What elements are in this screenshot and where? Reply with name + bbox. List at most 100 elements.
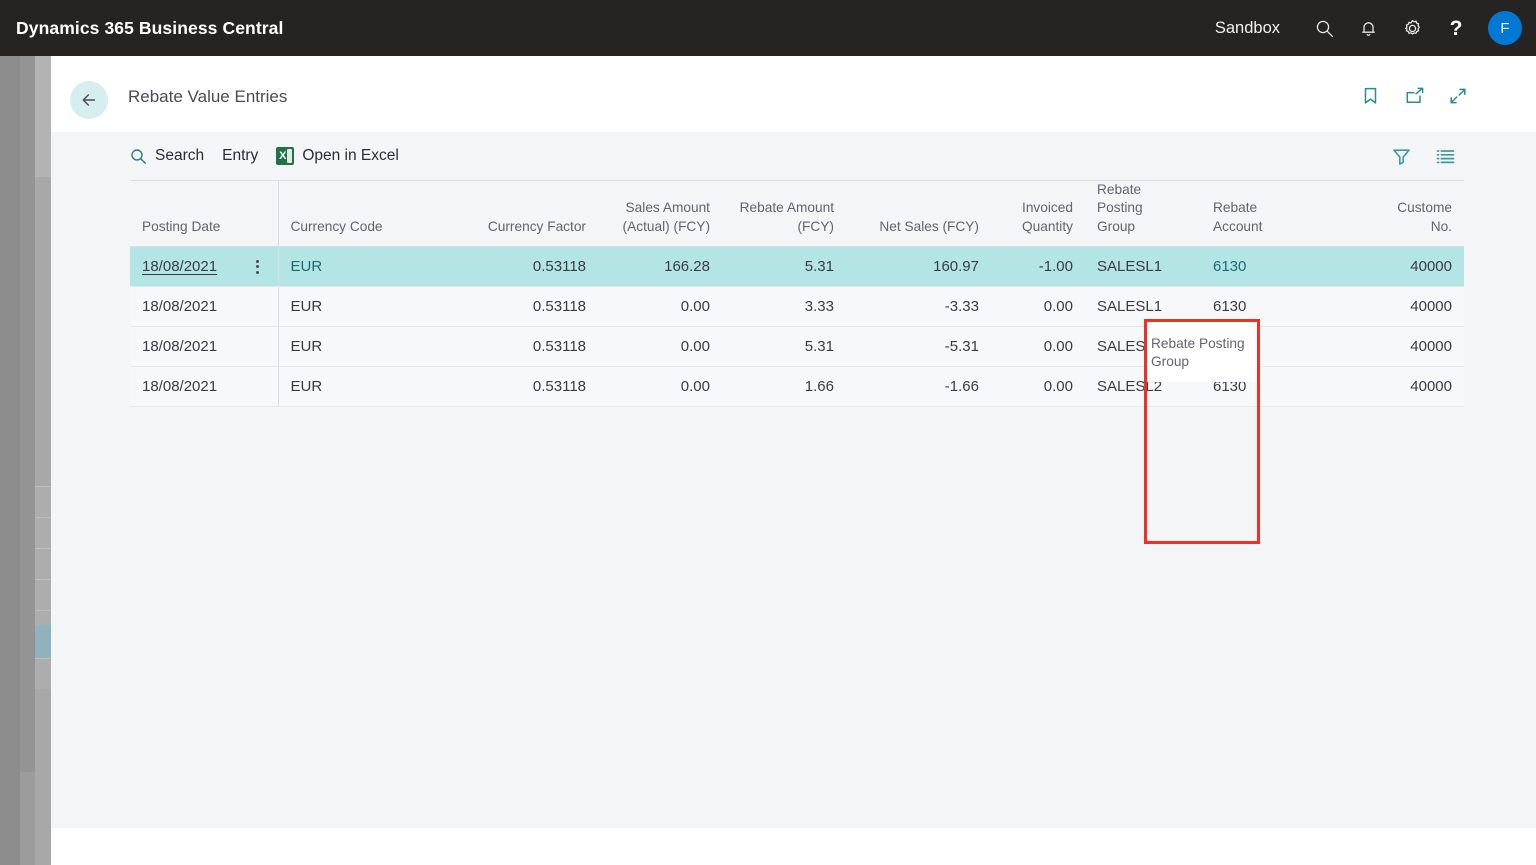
page-header-actions — [1358, 83, 1470, 109]
cell-sales-amount-actual-fcy[interactable]: 0.00 — [598, 366, 722, 408]
posting-date-cell: 18/08/2021 — [142, 338, 266, 355]
cell-rebate-account[interactable]: 6130 — [1201, 286, 1311, 328]
cell-rebate-posting-group[interactable]: SALESL1 — [1085, 246, 1201, 288]
cell-rebate-posting-group[interactable]: SALESL1 — [1085, 286, 1201, 328]
column-header[interactable]: Currency Code — [277, 179, 458, 248]
list-options-icon[interactable] — [1433, 144, 1457, 168]
cell-currency-code[interactable]: EUR — [277, 366, 458, 408]
overlay-list-item — [35, 658, 51, 689]
column-header-line: Quantity — [1022, 218, 1073, 234]
cell-customer-no[interactable]: 40000 — [1311, 326, 1464, 368]
cell-invoiced-quantity[interactable]: 0.00 — [991, 366, 1085, 408]
cell-currency-code[interactable]: EUR — [277, 286, 458, 328]
table-body: 18/08/2021 EUR 0.53118 166.28 5.31 160.97 -1.0… — [130, 246, 1464, 408]
overlay-band-outer — [0, 56, 20, 865]
column-header[interactable]: Rebate Posting Group — [1085, 179, 1201, 248]
column-header[interactable]: Rebate Account — [1201, 179, 1311, 248]
cell-customer-no[interactable]: 40000 — [1311, 366, 1464, 408]
overlay-band-middle — [20, 56, 35, 865]
gear-icon[interactable] — [1390, 6, 1434, 50]
cell-invoiced-quantity[interactable]: -1.00 — [991, 246, 1085, 288]
annotation-column-header-label: Rebate Posting Group — [1151, 336, 1245, 370]
back-button[interactable] — [70, 81, 108, 119]
command-toolbar: Search Entry X Open in Excel — [51, 132, 1536, 180]
cell-currency-factor[interactable]: 0.53118 — [458, 246, 598, 288]
posting-date-value: 18/08/2021 — [142, 338, 218, 356]
search-button-label: Search — [155, 147, 205, 164]
filter-icon[interactable] — [1389, 144, 1413, 168]
open-in-excel-button[interactable]: X Open in Excel — [276, 140, 399, 172]
cell-rebate-amount-fcy[interactable]: 5.31 — [722, 246, 846, 288]
cell-currency-code[interactable]: EUR — [277, 326, 458, 368]
cell-sales-amount-actual-fcy[interactable]: 0.00 — [598, 326, 722, 368]
toolbar-right-actions — [1389, 144, 1536, 168]
search-icon[interactable] — [1302, 6, 1346, 50]
column-header[interactable]: Posting Date — [130, 179, 278, 248]
cell-sales-amount-actual-fcy[interactable]: 0.00 — [598, 286, 722, 328]
cell-rebate-amount-fcy[interactable]: 5.31 — [722, 326, 846, 368]
column-header-line: No. — [1430, 218, 1452, 234]
overlay-panel-top — [35, 56, 51, 177]
overlay-list-item — [35, 517, 51, 548]
cell-posting-date[interactable]: 18/08/2021 — [130, 286, 278, 328]
column-header-line: Rebate Posting — [1097, 182, 1143, 216]
table-row[interactable]: 18/08/2021 EUR 0.53118 166.28 5.31 160.97 -1.0… — [130, 246, 1464, 288]
page-title: Rebate Value Entries — [128, 87, 288, 106]
cell-currency-factor[interactable]: 0.53118 — [458, 286, 598, 328]
cell-net-sales-fcy[interactable]: 160.97 — [846, 246, 991, 288]
cell-currency-factor[interactable]: 0.53118 — [458, 366, 598, 408]
bookmark-icon[interactable] — [1358, 83, 1382, 109]
excel-icon: X — [276, 147, 295, 165]
cell-posting-date[interactable]: 18/08/2021 — [130, 326, 278, 368]
cell-currency-factor[interactable]: 0.53118 — [458, 326, 598, 368]
bell-icon[interactable] — [1346, 6, 1390, 50]
column-header-line: Invoiced — [1022, 200, 1073, 216]
row-more-options-icon[interactable] — [250, 259, 266, 274]
column-header-line: Account — [1213, 218, 1263, 234]
cell-posting-date[interactable]: 18/08/2021 — [130, 366, 278, 408]
column-header-line: (Actual) (FCY) — [622, 218, 710, 234]
column-header[interactable]: Custome No. — [1311, 179, 1464, 248]
cell-net-sales-fcy[interactable]: -3.33 — [846, 286, 991, 328]
column-header-line: Currency Factor — [487, 218, 586, 234]
cell-net-sales-fcy[interactable]: -1.66 — [846, 366, 991, 408]
cell-posting-date[interactable]: 18/08/2021 — [130, 246, 278, 288]
cell-currency-code[interactable]: EUR — [277, 246, 458, 288]
cell-customer-no[interactable]: 40000 — [1311, 246, 1464, 288]
overlay-band-inner — [35, 56, 51, 865]
overlay-list-item — [35, 486, 51, 517]
column-header[interactable]: Invoiced Quantity — [991, 179, 1085, 248]
entry-menu-button[interactable]: Entry — [222, 140, 258, 172]
cell-rebate-amount-fcy[interactable]: 3.33 — [722, 286, 846, 328]
entry-menu-label: Entry — [222, 147, 259, 164]
top-bar-actions: Sandbox ? F — [1215, 0, 1536, 56]
cell-sales-amount-actual-fcy[interactable]: 166.28 — [598, 246, 722, 288]
avatar[interactable]: F — [1488, 11, 1522, 45]
app-brand-title: Dynamics 365 Business Central — [16, 17, 284, 38]
open-in-excel-label: Open in Excel — [302, 147, 399, 164]
collapse-icon[interactable] — [1446, 83, 1470, 109]
open-in-new-window-icon[interactable] — [1402, 83, 1426, 109]
column-header-line: Rebate — [1213, 200, 1258, 216]
column-header-line: Currency Code — [290, 218, 383, 234]
column-header-line: Posting Date — [142, 218, 221, 234]
table-row[interactable]: 18/08/2021 EUR 0.53118 0.00 5.31 -5.31 0.00 SAL… — [130, 326, 1464, 368]
posting-date-value: 18/08/2021 — [142, 258, 218, 276]
column-header[interactable]: Currency Factor — [458, 179, 598, 248]
cell-rebate-account[interactable]: 6130 — [1201, 246, 1311, 288]
column-header-line: Custome — [1397, 200, 1452, 216]
search-button[interactable]: Search — [130, 140, 204, 172]
cell-net-sales-fcy[interactable]: -5.31 — [846, 326, 991, 368]
help-button[interactable]: ? — [1434, 6, 1478, 50]
column-header[interactable]: Rebate Amount (FCY) — [722, 179, 846, 248]
column-header[interactable]: Net Sales (FCY) — [846, 179, 991, 248]
column-header[interactable]: Sales Amount (Actual) (FCY) — [598, 179, 722, 248]
cell-invoiced-quantity[interactable]: 0.00 — [991, 286, 1085, 328]
cell-customer-no[interactable]: 40000 — [1311, 286, 1464, 328]
cell-rebate-amount-fcy[interactable]: 1.66 — [722, 366, 846, 408]
cell-invoiced-quantity[interactable]: 0.00 — [991, 326, 1085, 368]
table-row[interactable]: 18/08/2021 EUR 0.53118 0.00 1.66 -1.66 0.00 SAL… — [130, 366, 1464, 408]
search-icon — [130, 148, 147, 165]
column-header-line: Sales Amount — [625, 200, 710, 216]
table-row[interactable]: 18/08/2021 EUR 0.53118 0.00 3.33 -3.33 0.00 SAL… — [130, 286, 1464, 328]
